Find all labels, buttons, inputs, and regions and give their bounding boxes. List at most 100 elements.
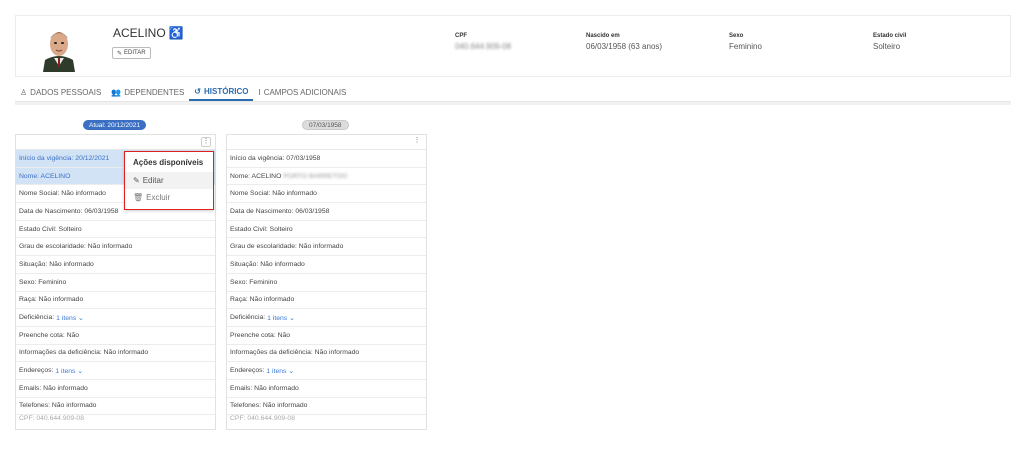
row-text: Nome Social: Não informado (230, 190, 317, 198)
cpf-value: 040.644.909-08 (455, 42, 512, 51)
text-cursor-icon: Ι (258, 87, 261, 97)
tab-divider (15, 101, 1011, 105)
pencil-icon: ✎ (117, 50, 123, 57)
civil-status-label: Estado civil (873, 33, 907, 39)
civil-status-value: Solteiro (873, 42, 901, 51)
card-rows: Início da vigência: 07/03/1958 Nome: ACE… (227, 150, 426, 421)
cpf-label: CPF (455, 33, 467, 39)
card-actions: ⋮ (16, 135, 215, 150)
timeline-previous-pill[interactable]: 07/03/1958 (302, 120, 349, 130)
list-item: Estado Civil: Solteiro (227, 221, 426, 239)
tab-history[interactable]: ↺ HISTÓRICO (189, 83, 254, 101)
row-text: Raça: Não informado (230, 296, 295, 304)
person-header-card: ACELINO ♿ ✎ EDITAR CPF 040.644.909-08 Na… (15, 15, 1011, 77)
timeline-current-pill[interactable]: Atual: 20/12/2021 (83, 120, 146, 130)
delete-action-label: Excluir (146, 193, 171, 202)
blurred-surname: PORTO BARRETOO (283, 172, 348, 180)
row-text: Sexo: Feminino (230, 278, 278, 286)
row-text: Nome: ACELINO (19, 172, 71, 180)
list-item: Preenche cota: Não (16, 327, 215, 345)
deficiency-items-link[interactable]: 1 itens ⌄ (56, 314, 84, 322)
truncated-row: CPF: 040.644.909-08 (230, 415, 295, 422)
group-icon: 👥 (111, 87, 122, 97)
tab-history-label: HISTÓRICO (204, 86, 249, 96)
list-item: Nome: ACELINO PORTO BARRETOO (227, 168, 426, 186)
row-text: Nome: ACELINO (230, 172, 282, 180)
row-text: Estado Civil: Solteiro (230, 225, 293, 233)
edit-action[interactable]: ✎ Editar (125, 172, 213, 189)
list-item: Deficiência: 1 itens ⌄ (227, 309, 426, 327)
list-item: Telefones: Não informado (16, 398, 215, 416)
row-text: Deficiência: (19, 314, 55, 322)
list-item: Grau de escolaridade: Não informado (227, 238, 426, 257)
list-item: Sexo: Feminino (16, 274, 215, 292)
edit-person-label: EDITAR (124, 50, 146, 56)
sex-label: Sexo (729, 33, 744, 39)
list-item: Informações da deficiência: Não informad… (16, 345, 215, 363)
row-text: Telefones: Não informado (19, 402, 97, 410)
tab-bar: ♙ DADOS PESSOAIS 👥 DEPENDENTES ↺ HISTÓRI… (15, 83, 351, 101)
row-text: Situação: Não informado (230, 260, 305, 268)
list-item: Sexo: Feminino (227, 274, 426, 292)
history-icon: ↺ (194, 86, 201, 96)
tab-dependents-label: DEPENDENTES (124, 87, 185, 97)
cpf-info: CPF 040.644.909-08 (455, 33, 511, 51)
list-item: Endereços: 1 itens ⌄ (16, 362, 215, 380)
deficiency-items-link[interactable]: 1 itens ⌄ (267, 314, 295, 322)
row-text: Início da vigência: 20/12/2021 (19, 154, 110, 162)
list-item: Data de Nascimento: 06/03/1958 (227, 203, 426, 221)
tab-additional-fields[interactable]: Ι CAMPOS ADICIONAIS (253, 83, 351, 101)
row-text: Emails: Não informado (230, 384, 299, 392)
row-text: Informações da deficiência: Não informad… (19, 349, 149, 357)
list-item: Nome Social: Não informado (227, 185, 426, 204)
list-item: Deficiência: 1 itens ⌄ (16, 309, 215, 327)
kebab-menu-icon[interactable]: ⋮ (201, 137, 211, 147)
row-text: Grau de escolaridade: Não informado (19, 243, 133, 251)
row-text: Sexo: Feminino (19, 278, 67, 286)
list-item: Emails: Não informado (227, 380, 426, 398)
history-card-previous: ⋮ Início da vigência: 07/03/1958 Nome: A… (226, 134, 427, 430)
list-item: Endereços: 1 itens ⌄ (227, 362, 426, 380)
edit-person-button[interactable]: ✎ EDITAR (112, 47, 151, 59)
delete-action[interactable]: 🗑 Excluir (125, 189, 213, 206)
row-text: Grau de escolaridade: Não informado (230, 243, 344, 251)
row-text: Informações da deficiência: Não informad… (230, 349, 360, 357)
list-item: Informações da deficiência: Não informad… (227, 345, 426, 363)
avatar (37, 24, 81, 72)
sex-info: Sexo Feminino (729, 33, 762, 51)
list-item: Situação: Não informado (227, 256, 426, 274)
person-name-row: ACELINO ♿ (113, 26, 184, 40)
civil-status-info: Estado civil Solteiro (873, 33, 906, 51)
person-icon: ♙ (20, 87, 28, 97)
tab-personal-data[interactable]: ♙ DADOS PESSOAIS (15, 83, 106, 101)
truncated-row: CPF: 040.644.909-08 (19, 415, 84, 422)
list-item: Início da vigência: 07/03/1958 (227, 150, 426, 168)
pencil-icon: ✎ (133, 176, 140, 185)
card-actions: ⋮ (227, 135, 426, 150)
list-item: Raça: Não informado (227, 292, 426, 310)
list-item: Raça: Não informado (16, 292, 215, 310)
row-text: Nome Social: Não informado (19, 190, 106, 198)
row-text: Estado Civil: Solteiro (19, 225, 82, 233)
row-text: Emails: Não informado (19, 384, 88, 392)
row-text: Data de Nascimento: 06/03/1958 (230, 207, 330, 215)
tab-dependents[interactable]: 👥 DEPENDENTES (106, 83, 189, 101)
addresses-items-link[interactable]: 1 itens ⌄ (266, 367, 294, 375)
birth-label: Nascido em (586, 33, 620, 39)
row-text: Endereços: (19, 367, 54, 375)
birth-value: 06/03/1958 (63 anos) (586, 42, 663, 51)
row-text: Raça: Não informado (19, 296, 84, 304)
row-text: Preenche cota: Não (230, 331, 291, 339)
tab-personal-data-label: DADOS PESSOAIS (30, 87, 102, 97)
actions-dropdown: Ações disponíveis ✎ Editar 🗑 Excluir (124, 151, 214, 210)
row-text: Data de Nascimento: 06/03/1958 (19, 207, 119, 215)
row-text: Telefones: Não informado (230, 402, 308, 410)
row-text: Preenche cota: Não (19, 331, 80, 339)
actions-dropdown-title: Ações disponíveis (133, 158, 204, 167)
accessibility-icon: ♿ (168, 26, 184, 40)
edit-action-label: Editar (142, 176, 164, 185)
kebab-menu-icon[interactable]: ⋮ (412, 137, 422, 147)
addresses-items-link[interactable]: 1 itens ⌄ (55, 367, 83, 375)
row-text: Situação: Não informado (19, 260, 94, 268)
tab-additional-fields-label: CAMPOS ADICIONAIS (263, 87, 347, 97)
